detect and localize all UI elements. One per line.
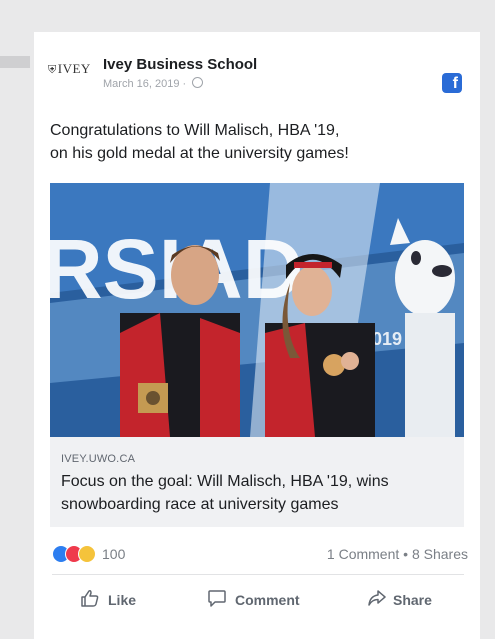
post-date[interactable]: March 16, 2019 [103,78,179,90]
facebook-icon[interactable]: f [442,73,462,93]
share-arrow-icon [368,590,386,606]
post-meta: March 16, 2019 · [103,77,204,90]
link-title[interactable]: Focus on the goal: Will Malisch, HBA '19… [61,470,451,516]
facebook-post-card: ⛨IVEY Ivey Business School March 16, 201… [34,32,480,639]
stats-separator: • [403,546,409,562]
thumbs-up-icon [81,590,99,607]
page-logo[interactable]: ⛨IVEY [48,61,91,77]
share-button[interactable]: Share [367,585,457,615]
action-bar: Like Comment Share [52,585,464,615]
post-text-line: Congratulations to Will Malisch, HBA '19… [50,122,340,139]
shares-count-link[interactable]: 8 Shares [412,546,468,562]
share-label: Share [393,592,432,608]
meta-separator: · [182,78,187,90]
comments-count-link[interactable]: 1 Comment [327,546,399,562]
reactions-bar: 100 1 Comment • 8 Shares [52,544,468,564]
globe-icon [192,77,204,88]
divider [52,574,464,575]
background-strip [0,56,30,68]
like-button[interactable]: Like [80,585,150,615]
link-preview[interactable]: IVEY.UWO.CA Focus on the goal: Will Mali… [50,437,464,527]
page-name-link[interactable]: Ivey Business School [103,56,257,73]
photo-illustration: RSIAD 2019 [50,183,464,437]
post-header: ⛨IVEY Ivey Business School March 16, 201… [48,49,466,93]
link-domain: IVEY.UWO.CA [61,453,136,465]
like-label: Like [108,592,137,608]
engagement-stats: 1 Comment • 8 Shares [327,546,468,562]
comment-bubble-icon [208,590,226,607]
post-text: Congratulations to Will Malisch, HBA '19… [50,119,450,165]
comment-label: Comment [235,592,300,608]
reaction-count[interactable]: 100 [102,546,125,562]
post-text-line: on his gold medal at the university game… [50,145,349,162]
post-photo[interactable]: RSIAD 2019 [50,183,464,437]
comment-button[interactable]: Comment [207,585,317,615]
haha-reaction-icon [78,545,96,563]
